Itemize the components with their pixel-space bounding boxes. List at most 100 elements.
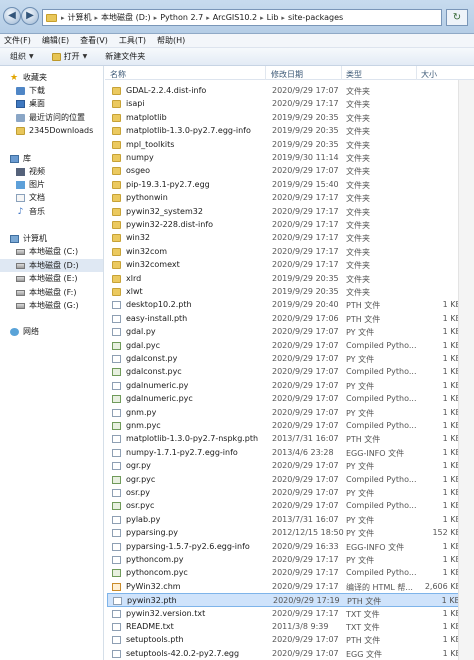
file-row[interactable]: numpy-1.7.1-py2.7.egg-info 2013/4/6 23:28… (107, 446, 462, 459)
refresh-icon[interactable]: ↻ (446, 9, 468, 26)
file-row[interactable]: gdal.pyc 2020/9/29 17:07 Compiled Pytho...… (107, 339, 462, 352)
file-row[interactable]: README.txt 2011/3/8 9:39 TXT 文件 1 KB (107, 620, 462, 633)
nav-recent[interactable]: 最近访问的位置 (16, 111, 85, 124)
chevron-right-icon[interactable]: ▸ (260, 14, 264, 22)
py-file-icon (112, 462, 121, 471)
file-row[interactable]: osr.pyc 2020/9/29 17:07 Compiled Pytho... 1… (107, 499, 462, 512)
file-row[interactable]: isapi 2020/9/29 17:17 文件夹 (107, 97, 462, 110)
menu-view[interactable]: 查看(V) (80, 35, 108, 46)
file-row[interactable]: pywin32_system32 2020/9/29 17:17 文件夹 (107, 205, 462, 218)
file-row[interactable]: ogr.py 2020/9/29 17:07 PY 文件 1 KB (107, 459, 462, 472)
file-row[interactable]: pywin32.version.txt 2020/9/29 17:17 TXT 文件… (107, 607, 462, 620)
nav-library[interactable]: 库 (10, 152, 31, 165)
nav-favorites[interactable]: ★ 收藏夹 (10, 71, 47, 84)
file-row[interactable]: pip-19.3.1-py2.7.egg 2019/9/29 15:40 文件夹 (107, 178, 462, 191)
file-row[interactable]: gdal.py 2020/9/29 17:07 PY 文件 1 KB (107, 325, 462, 338)
file-row[interactable]: gnm.py 2020/9/29 17:07 PY 文件 1 KB (107, 406, 462, 419)
forward-button[interactable]: ▶ (21, 7, 39, 25)
nav-drive-e[interactable]: 本地磁盘 (E:) (16, 272, 78, 285)
file-row[interactable]: gdalnumeric.py 2020/9/29 17:07 PY 文件 1 KB (107, 379, 462, 392)
file-row[interactable]: xlrd 2019/9/29 20:35 文件夹 (107, 272, 462, 285)
nav-drive-d[interactable]: 本地磁盘 (D:) (0, 259, 103, 272)
file-row[interactable]: pythoncom.pyc 2020/9/29 17:17 Compiled Pyt… (107, 566, 462, 579)
column-name[interactable]: 名称 (110, 69, 126, 80)
nav-pictures[interactable]: 图片 (16, 178, 45, 191)
file-row[interactable]: osgeo 2020/9/29 17:07 文件夹 (107, 164, 462, 177)
file-row[interactable]: pyparsing-1.5.7-py2.6.egg-info 2020/9/29 … (107, 540, 462, 553)
file-row[interactable]: ogr.pyc 2020/9/29 17:07 Compiled Pytho... 1… (107, 473, 462, 486)
folder-icon (112, 221, 121, 229)
file-type: 文件夹 (346, 234, 370, 244)
open-button[interactable]: 打开 ▼ (51, 51, 87, 62)
column-size[interactable]: 大小 (421, 69, 437, 80)
file-row[interactable]: PyWin32.chm 2020/9/29 17:17 编译的 HTML 帮... 2… (107, 580, 462, 593)
file-row[interactable]: matplotlib-1.3.0-py2.7-nspkg.pth 2013/7/3… (107, 432, 462, 445)
column-divider[interactable] (265, 66, 266, 80)
file-row[interactable]: GDAL-2.2.4.dist-info 2020/9/29 17:07 文件夹 (107, 84, 462, 97)
file-row[interactable]: gdalconst.py 2020/9/29 17:07 PY 文件 1 KB (107, 352, 462, 365)
nav-computer[interactable]: 计算机 (10, 232, 47, 245)
nav-drive-g[interactable]: 本地磁盘 (G:) (16, 299, 79, 312)
file-row[interactable]: pylab.py 2013/7/31 16:07 PY 文件 1 KB (107, 513, 462, 526)
file-type: PY 文件 (346, 489, 375, 498)
file-date: 2020/9/29 17:07 (272, 166, 339, 176)
chevron-right-icon[interactable]: ▸ (206, 14, 210, 22)
file-row[interactable]: pyparsing.py 2012/12/15 18:50 PY 文件 152 KB (107, 526, 462, 539)
nav-documents[interactable]: 文档 (16, 191, 45, 204)
nav-2345downloads[interactable]: 2345Downloads (16, 124, 93, 137)
new-folder-button[interactable]: 新建文件夹 (105, 51, 145, 62)
chevron-right-icon[interactable]: ▸ (95, 14, 99, 22)
column-divider[interactable] (341, 66, 342, 80)
file-row[interactable]: desktop10.2.pth 2019/9/29 20:40 PTH 文件 1 KB (107, 298, 462, 311)
breadcrumb-drive-d[interactable]: 本地磁盘 (D:) (101, 12, 151, 23)
py-file-icon (112, 515, 121, 524)
file-row[interactable]: gnm.pyc 2020/9/29 17:07 Compiled Pytho... 1… (107, 419, 462, 432)
nav-videos[interactable]: 视频 (16, 165, 45, 178)
file-row[interactable]: gdalconst.pyc 2020/9/29 17:07 Compiled Pyt… (107, 365, 462, 378)
file-row[interactable]: xlwt 2019/9/29 20:35 文件夹 (107, 285, 462, 298)
nav-label: 最近访问的位置 (29, 113, 85, 122)
menu-tools[interactable]: 工具(T) (119, 35, 146, 46)
menu-file[interactable]: 文件(F) (4, 35, 31, 46)
file-name: numpy (126, 153, 154, 162)
column-date[interactable]: 修改日期 (271, 69, 303, 80)
nav-downloads[interactable]: 下载 (16, 84, 45, 97)
nav-drive-f[interactable]: 本地磁盘 (F:) (16, 286, 76, 299)
file-row[interactable]: matplotlib 2019/9/29 20:35 文件夹 (107, 111, 462, 124)
file-row[interactable]: pywin32.pth 2020/9/29 17:19 PTH 文件 1 KB (107, 593, 462, 607)
menu-help[interactable]: 帮助(H) (157, 35, 185, 46)
file-type: 文件夹 (346, 154, 370, 163)
column-divider[interactable] (416, 66, 417, 80)
file-row[interactable]: setuptools.pth 2020/9/29 17:07 PTH 文件 1 KB (107, 633, 462, 646)
file-row[interactable]: mpl_toolkits 2019/9/29 20:35 文件夹 (107, 138, 462, 151)
address-bar[interactable]: ▸ 计算机 ▸ 本地磁盘 (D:) ▸ Python 2.7 ▸ ArcGIS1… (42, 9, 442, 26)
file-row[interactable]: setuptools-42.0.2-py2.7.egg 2020/9/29 17:… (107, 647, 462, 660)
file-row[interactable]: gdalnumeric.pyc 2020/9/29 17:07 Compiled P… (107, 392, 462, 405)
file-row[interactable]: matplotlib-1.3.0-py2.7.egg-info 2019/9/29… (107, 124, 462, 137)
file-row[interactable]: pythoncom.py 2020/9/29 17:17 PY 文件 1 KB (107, 553, 462, 566)
file-row[interactable]: easy-install.pth 2020/9/29 17:06 PTH 文件 1 K… (107, 312, 462, 325)
chevron-right-icon[interactable]: ▸ (154, 14, 158, 22)
nav-network[interactable]: 网络 (10, 325, 39, 338)
back-button[interactable]: ◀ (3, 7, 21, 25)
nav-drive-c[interactable]: 本地磁盘 (C:) (16, 245, 78, 258)
nav-desktop[interactable]: 桌面 (16, 97, 45, 110)
breadcrumb-computer[interactable]: 计算机 (68, 12, 92, 23)
file-row[interactable]: win32comext 2020/9/29 17:17 文件夹 (107, 258, 462, 271)
file-row[interactable]: osr.py 2020/9/29 17:07 PY 文件 1 KB (107, 486, 462, 499)
breadcrumb-site-packages[interactable]: site-packages (288, 13, 343, 22)
menu-edit[interactable]: 编辑(E) (42, 35, 69, 46)
organize-button[interactable]: 组织 ▼ (10, 51, 34, 62)
file-row[interactable]: pythonwin 2020/9/29 17:17 文件夹 (107, 191, 462, 204)
vertical-scrollbar[interactable] (458, 80, 474, 660)
breadcrumb-lib[interactable]: Lib (267, 13, 279, 22)
file-row[interactable]: pywin32-228.dist-info 2020/9/29 17:17 文件夹 (107, 218, 462, 231)
file-row[interactable]: win32 2020/9/29 17:17 文件夹 (107, 231, 462, 244)
column-type[interactable]: 类型 (346, 69, 362, 80)
nav-music[interactable]: ♪ 音乐 (16, 205, 45, 218)
chevron-right-icon[interactable]: ▸ (281, 14, 285, 22)
breadcrumb-arcgis[interactable]: ArcGIS10.2 (213, 13, 257, 22)
file-row[interactable]: numpy 2019/9/30 11:14 文件夹 (107, 151, 462, 164)
file-row[interactable]: win32com 2020/9/29 17:17 文件夹 (107, 245, 462, 258)
breadcrumb-python27[interactable]: Python 2.7 (160, 13, 203, 22)
